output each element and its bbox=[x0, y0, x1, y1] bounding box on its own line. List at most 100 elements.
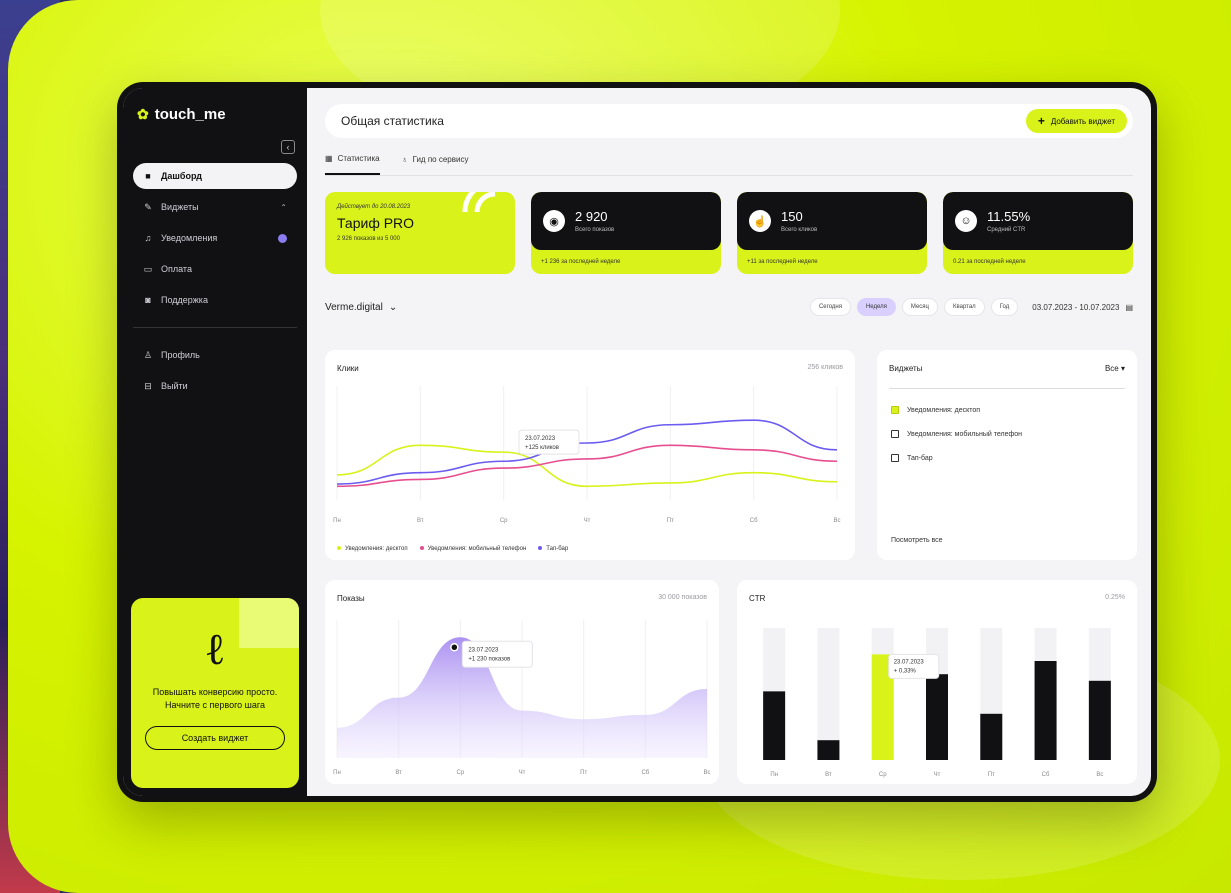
sidebar-item-payment[interactable]: ▭ Оплата bbox=[133, 256, 297, 282]
period-month[interactable]: Месяц bbox=[901, 298, 938, 316]
tooltip-value: + 0,33% bbox=[894, 668, 917, 674]
widget-option[interactable]: Уведомления: десктоп bbox=[891, 406, 1022, 414]
tab-label: Статистика bbox=[337, 154, 380, 163]
sidebar-item-label: Уведомления bbox=[161, 233, 218, 243]
x-tick-label: Вт bbox=[825, 772, 832, 778]
x-tick-label: Чт bbox=[519, 770, 526, 776]
project-select[interactable]: Verme.digital ⌄ bbox=[325, 302, 397, 313]
sidebar-item-support[interactable]: ◙ Поддержка bbox=[133, 287, 297, 313]
tooltip-date: 23.07.2023 bbox=[468, 647, 499, 653]
period-year[interactable]: Год bbox=[990, 298, 1019, 316]
clicks-line-chart: Пн Вт Ср Чт Пт Сб Вс 23.07.2023 +125 кликов bbox=[333, 386, 841, 524]
views-panel: Показы 30 000 показов Пн Вт Ср Чт Пт Сб Вс 23.0… bbox=[325, 580, 719, 784]
widgets-filter[interactable]: Все ▾ bbox=[1105, 364, 1125, 373]
widget-option-label: Уведомления: десктоп bbox=[907, 406, 981, 414]
period-selector: Сегодня Неделя Месяц Квартал Год bbox=[809, 298, 1019, 316]
tab-guide[interactable]: ♁ Гид по сервису bbox=[402, 150, 469, 175]
legend-item[interactable]: Уведомления: десктоп bbox=[337, 546, 408, 552]
sidebar-item-notifications[interactable]: ♫ Уведомления bbox=[133, 225, 297, 251]
stat-card-clicks[interactable]: ☝ 150 Всего кликов +11 за последней неде… bbox=[737, 192, 927, 274]
widget-option-label: Уведомления: мобильный телефон bbox=[907, 430, 1023, 438]
support-icon: ◙ bbox=[145, 295, 151, 305]
view-all-link[interactable]: Посмотреть все bbox=[891, 537, 943, 544]
tooltip-box bbox=[888, 653, 940, 679]
ctr-bar bbox=[763, 691, 786, 760]
ctr-bar-chart: Пн Вт Ср Чт Пт Сб Вс 23.07.2023 + 0,33% bbox=[763, 628, 1111, 778]
add-widget-button[interactable]: + Добавить виджет bbox=[1025, 109, 1127, 133]
stat-delta: +1 236 за последней неделе bbox=[541, 259, 621, 265]
sidebar-item-widgets[interactable]: ✎ Виджеты ⌃ bbox=[133, 194, 297, 220]
legend-dot bbox=[538, 546, 543, 551]
tooltip-box bbox=[461, 640, 533, 668]
add-widget-label: Добавить виджет bbox=[1050, 116, 1115, 126]
sidebar-item-label: Дашборд bbox=[161, 171, 202, 181]
widget-option[interactable]: Уведомления: мобильный телефон bbox=[891, 430, 1022, 438]
promo-text: Повышать конверсию просто. Начните с пер… bbox=[152, 687, 278, 710]
squiggle-logo-icon: ℓ bbox=[206, 624, 224, 675]
x-tick-label: Пт bbox=[580, 770, 587, 776]
date-range-picker[interactable]: 03.07.2023 - 10.07.2023 ▤ bbox=[1032, 303, 1133, 312]
promo-decoration bbox=[239, 598, 299, 648]
chevron-up-icon: ⌃ bbox=[280, 202, 287, 212]
x-tick-label: Пн bbox=[333, 518, 341, 524]
legend-item[interactable]: Тап-бар bbox=[538, 546, 568, 552]
legend-dot bbox=[337, 546, 341, 551]
sidebar-item-logout[interactable]: ⊟ Выйти bbox=[133, 373, 297, 399]
x-tick-label: Ср bbox=[456, 770, 464, 776]
logout-icon: ⊟ bbox=[144, 380, 152, 391]
widgets-panel: Виджеты Все ▾ Уведомления: десктоп Уведо… bbox=[877, 350, 1137, 560]
period-today[interactable]: Сегодня bbox=[809, 298, 851, 316]
notification-badge bbox=[278, 233, 287, 243]
stat-value: 11.55% bbox=[987, 209, 1031, 224]
views-area-chart: Пн Вт Ср Чт Пт Сб Вс 23.07.2023 +1 230 показов bbox=[333, 620, 711, 776]
sidebar-item-label: Виджеты bbox=[161, 202, 199, 212]
tab-statistics[interactable]: ▦ Статистика bbox=[325, 150, 380, 175]
x-tick-label: Чт bbox=[934, 772, 941, 778]
sidebar-nav: ■ Дашборд ✎ Виджеты ⌃ ♫ Уведомления ▭ Оп… bbox=[133, 163, 297, 399]
x-tick-label: Ср bbox=[879, 772, 887, 778]
widget-option[interactable]: Тап-бар bbox=[891, 454, 1022, 462]
x-tick-label: Чт bbox=[584, 518, 591, 524]
summary-cards: Действует до 20.08.2023 Тариф PRO 2 926 … bbox=[325, 192, 1133, 274]
checkbox[interactable] bbox=[891, 454, 899, 462]
create-widget-button[interactable]: Создать виджет bbox=[145, 726, 285, 750]
stat-value: 150 bbox=[781, 209, 803, 224]
x-tick-label: Вс bbox=[1096, 772, 1103, 778]
sidebar-item-label: Оплата bbox=[161, 264, 192, 274]
stat-card-ctr[interactable]: ☺ 11.55% Средний CTR 0.21 за последней н… bbox=[943, 192, 1133, 274]
stat-value: 2 920 bbox=[575, 209, 608, 224]
page-title: Общая статистика bbox=[341, 114, 444, 128]
stat-card-views[interactable]: ◉ 2 920 Всего показов +1 236 за последне… bbox=[531, 192, 721, 274]
chevron-down-icon: ⌄ bbox=[388, 301, 398, 313]
x-tick-label: Сб bbox=[750, 518, 758, 524]
legend-item[interactable]: Уведомления: мобильный телефон bbox=[419, 546, 526, 552]
top-bar: Общая статистика + Добавить виджет bbox=[325, 104, 1133, 138]
stat-label: Средний CTR bbox=[987, 227, 1026, 233]
checkbox[interactable] bbox=[891, 430, 899, 438]
widgets-filter-label: Все bbox=[1104, 364, 1119, 373]
legend-label: Уведомления: десктоп bbox=[345, 546, 408, 552]
collapse-sidebar-button[interactable]: ‹ bbox=[281, 140, 295, 154]
legend-dot bbox=[419, 546, 424, 551]
sidebar-item-dashboard[interactable]: ■ Дашборд bbox=[133, 163, 297, 189]
ctr-bar bbox=[1034, 661, 1057, 760]
sidebar: ✿ touch_me ‹ ■ Дашборд ✎ Виджеты ⌃ ♫ Уве… bbox=[123, 88, 307, 796]
app-screen: ✿ touch_me ‹ ■ Дашборд ✎ Виджеты ⌃ ♫ Уве… bbox=[123, 88, 1151, 796]
x-tick-label: Вт bbox=[395, 770, 402, 776]
x-tick-label: Вт bbox=[417, 518, 424, 524]
lightbulb-icon: ♁ bbox=[401, 155, 408, 164]
ctr-bar bbox=[926, 674, 948, 760]
checkbox-checked[interactable] bbox=[891, 406, 899, 414]
sidebar-item-profile[interactable]: ♙ Профиль bbox=[133, 342, 297, 368]
period-quarter[interactable]: Квартал bbox=[944, 298, 985, 316]
plus-icon: + bbox=[1037, 114, 1045, 128]
plan-card[interactable]: Действует до 20.08.2023 Тариф PRO 2 926 … bbox=[325, 192, 515, 274]
logo-text: touch_me bbox=[154, 106, 226, 123]
plan-arc-decoration bbox=[462, 192, 496, 213]
user-icon: ♙ bbox=[143, 349, 153, 360]
logo[interactable]: ✿ touch_me bbox=[133, 106, 297, 123]
x-tick-label: Пн bbox=[770, 772, 778, 778]
period-week[interactable]: Неделя bbox=[856, 298, 896, 316]
project-name: Verme.digital bbox=[325, 301, 383, 313]
card-icon: ▭ bbox=[143, 263, 153, 274]
